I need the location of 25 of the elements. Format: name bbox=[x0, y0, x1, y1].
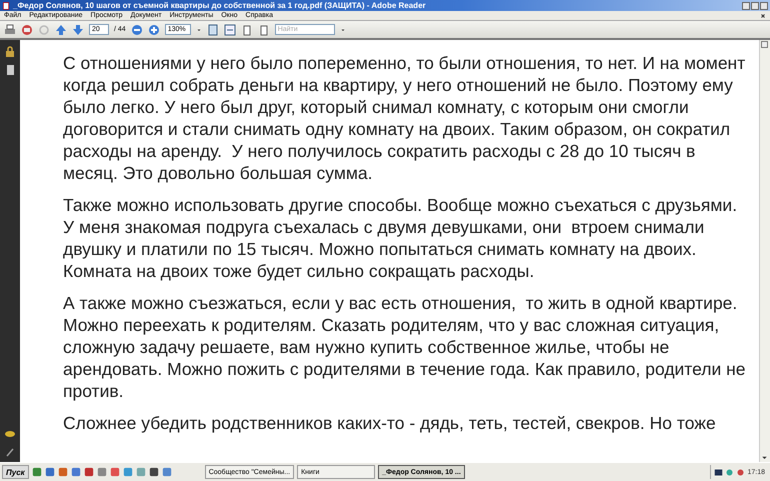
fit-width-icon[interactable] bbox=[224, 24, 236, 36]
zoom-in-icon[interactable] bbox=[148, 24, 160, 36]
close-icon[interactable] bbox=[760, 12, 766, 18]
window-title: _Федор Солянов, 10 шагов от съемной квартиры до собственной за 1 год.pdf (ЗАЩИТА) - Adobe Reader bbox=[13, 1, 427, 10]
paragraph: А также можно съезжаться, если у вас есть отношения, то жить в одной квартире. Можно переехать к родителям. Сказать родителям, что у вас сложная ситуация, сложную задачу решаете, вам нужно купить собственное жилье, чтобы не арендовать. Можно пожить с родителями в течение года. Как правило, родители не против. bbox=[63, 292, 747, 402]
paragraph: Также можно использовать другие способы. Вообще можно съехаться с друзьями. У меня знакомая подруга съехалась с двумя девушками, они втроем снимали двушку и платили по 15 тысяч. Можно попытаться снимать комнату на двоих. Комната на двоих тоже будет сильно сокращать расходы. bbox=[63, 194, 738, 282]
padlock-icon[interactable] bbox=[4, 46, 16, 58]
maximize-button[interactable] bbox=[751, 2, 759, 10]
app-icon[interactable] bbox=[70, 467, 81, 477]
minimize-button[interactable] bbox=[742, 2, 750, 10]
up-arrow-icon[interactable] bbox=[55, 24, 67, 36]
close-button[interactable] bbox=[760, 2, 768, 10]
down-arrow-icon[interactable] bbox=[72, 24, 84, 36]
printer-icon[interactable] bbox=[4, 24, 16, 36]
app-icon[interactable] bbox=[32, 467, 42, 477]
app-icon[interactable] bbox=[84, 467, 94, 477]
fit-page-icon[interactable] bbox=[206, 24, 219, 36]
start-button[interactable]: Пуск bbox=[2, 465, 29, 479]
app-icon[interactable] bbox=[44, 467, 55, 477]
app-icon[interactable] bbox=[148, 467, 159, 477]
zoom-out-icon[interactable] bbox=[130, 24, 143, 36]
document-icon bbox=[2, 2, 10, 10]
paragraph: Сложнее убедить родственников каких-то - дядь, теть, тестей, свекров. Но тоже bbox=[63, 412, 717, 434]
paragraph: С отношениями у него было попеременно, то были отношения, то нет. И на момент когда решил собрать деньги на квартиру, у него отношений не было. Поэтому ему было легко. У него был друг, который снимал комнату, с которым они смогли договорится и стали снимать одну комнату на двоих. Таким образом, он сократил расходы на аренду. У него получилось сократить расходы с 28 до 10 тысяч в месяц. Это довольно большая сумма. bbox=[63, 52, 746, 184]
pages-icon[interactable] bbox=[4, 64, 16, 76]
